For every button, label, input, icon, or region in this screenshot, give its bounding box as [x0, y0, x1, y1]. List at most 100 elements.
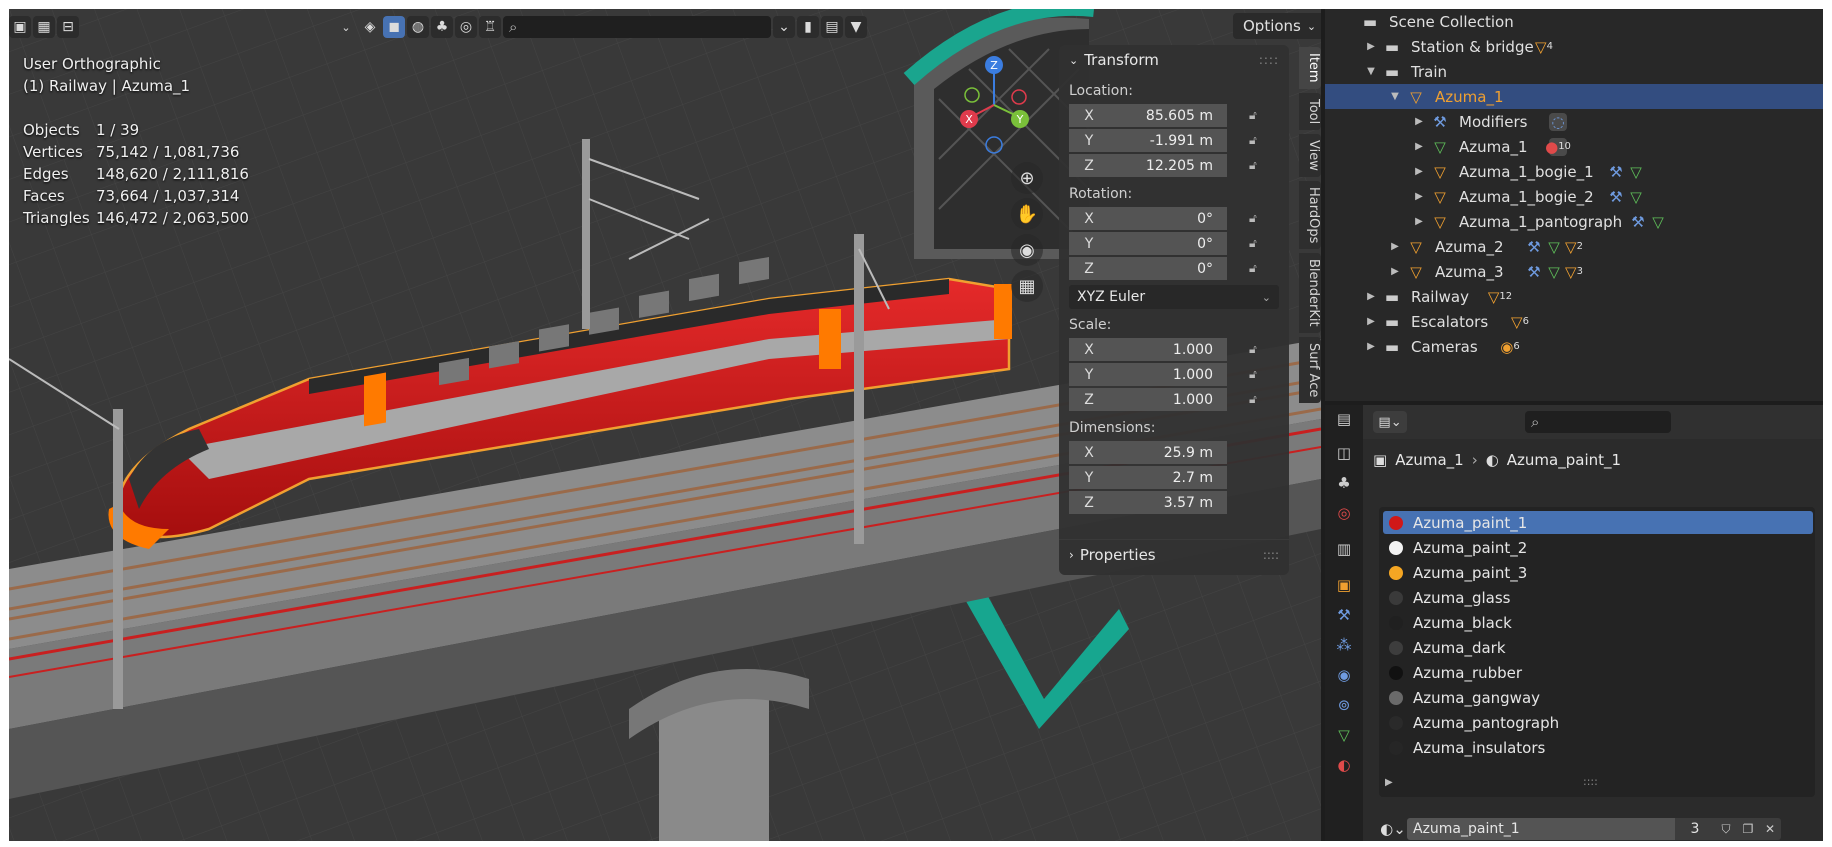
expand-icon[interactable]: ▶ — [1413, 141, 1425, 152]
material-icon[interactable]: ◐ — [1332, 753, 1356, 777]
grid-perspective-icon[interactable]: ▦ — [1011, 270, 1043, 302]
filter-icon[interactable]: ▼ — [845, 16, 867, 38]
outliner-row-azuma-1-mesh[interactable]: ▶ ▽ Azuma_1 ● 10 — [1325, 134, 1823, 159]
outliner-row-station-bridge[interactable]: ▶ ▬ Station & bridge ▽4 ✓ ◉ — [1325, 34, 1823, 59]
user-count[interactable]: 3 — [1675, 818, 1715, 840]
material-slot[interactable]: Azuma_pantograph — [1383, 711, 1813, 734]
viewport-search-input[interactable]: ⌕ — [503, 16, 771, 38]
select-subtract-icon[interactable]: ⊟ — [57, 16, 79, 38]
material-slot[interactable]: Azuma_dark — [1383, 636, 1813, 659]
material-name-field[interactable]: Azuma_paint_1 — [1407, 818, 1675, 840]
tab-item[interactable]: Item — [1299, 47, 1321, 89]
material-slot[interactable]: Azuma_glass — [1383, 586, 1813, 609]
tab-view[interactable]: View — [1299, 133, 1321, 177]
wrench-icon[interactable]: ⚒ — [1332, 603, 1356, 627]
outliner-row-azuma-1[interactable]: ▼ ▽ Azuma_1 ◉ — [1325, 84, 1823, 109]
mesh-data-icon[interactable]: ▽ — [1332, 723, 1356, 747]
tool-icon[interactable]: ▤ — [1332, 407, 1356, 431]
collection-icon[interactable]: ▥ — [1332, 537, 1356, 561]
dropdown-icon[interactable]: ⌄ — [773, 16, 795, 38]
tools-icon[interactable]: ♖ — [479, 16, 501, 38]
material-slot[interactable]: Azuma_paint_3 — [1383, 561, 1813, 584]
world-icon[interactable]: ◎ — [1332, 501, 1356, 525]
layout-icon[interactable]: ▤ — [821, 16, 843, 38]
options-button[interactable]: Options ⌄ — [1233, 13, 1321, 39]
dimensions-x[interactable]: X 25.9 m — [1069, 440, 1279, 465]
outliner-row-escalators[interactable]: ▶ ▬ Escalators ▽6 ✓ ◉ — [1325, 309, 1823, 334]
material-slot[interactable]: Azuma_insulators — [1383, 736, 1813, 759]
collapse-icon[interactable]: ▼ — [1389, 91, 1401, 102]
select-extend-icon[interactable]: ▦ — [33, 16, 55, 38]
expand-icon[interactable]: ▶ — [1413, 166, 1425, 177]
lock-icon[interactable]: 🔓︎ — [1249, 367, 1265, 381]
lock-icon[interactable]: 🔓︎ — [1249, 108, 1265, 122]
close-icon[interactable]: ✕ — [1759, 818, 1781, 840]
outliner-row-azuma-2[interactable]: ▶ ▽ Azuma_2 ⚒ ▽ ▽2 ◉ — [1325, 234, 1823, 259]
drag-handle-icon[interactable]: :::: — [1259, 53, 1279, 67]
location-y[interactable]: Y -1.991 m 🔓︎ — [1069, 128, 1279, 153]
lock-icon[interactable]: 🔓︎ — [1249, 261, 1265, 275]
expand-icon[interactable]: ▶ — [1365, 316, 1377, 327]
object-icon[interactable]: ▣ — [1332, 573, 1356, 597]
outliner-row-cameras[interactable]: ▶ ▬ Cameras ◉6 ✓ ◉ — [1325, 334, 1823, 359]
tab-surf-ace[interactable]: Surf Ace — [1299, 336, 1321, 404]
constraints-icon[interactable]: ⊚ — [1332, 693, 1356, 717]
material-slot[interactable]: Azuma_gangway — [1383, 686, 1813, 709]
color-shading-icon[interactable]: ◈ — [359, 16, 381, 38]
lock-icon[interactable]: 🔓︎ — [1249, 342, 1265, 356]
expand-icon[interactable]: ▶ — [1389, 266, 1401, 277]
camera-icon[interactable]: ◉ — [1011, 234, 1043, 266]
hand-pan-icon[interactable]: ✋ — [1011, 198, 1043, 230]
editor-type-icon[interactable]: ▤⌄ — [1373, 411, 1407, 433]
fake-user-icon[interactable]: ⛉ — [1715, 818, 1737, 840]
scale-y[interactable]: Y 1.000 🔓︎ — [1069, 362, 1279, 387]
expand-icon[interactable]: ▶ — [1365, 341, 1377, 352]
bookmark-icon[interactable]: ▮ — [797, 16, 819, 38]
rotation-mode-select[interactable]: XYZ Euler ⌄ — [1069, 285, 1279, 309]
duplicate-icon[interactable]: ❐ — [1737, 818, 1759, 840]
tab-tool[interactable]: Tool — [1299, 92, 1321, 130]
resize-handle-icon[interactable]: :::: — [1583, 775, 1598, 788]
lock-icon[interactable]: 🔓︎ — [1249, 158, 1265, 172]
outliner-row-azuma-1-bogie-1[interactable]: ▶ ▽ Azuma_1_bogie_1 ⚒ ▽ ◉ — [1325, 159, 1823, 184]
properties-search-input[interactable]: ⌕ — [1525, 411, 1671, 433]
material-slot[interactable]: Azuma_paint_1 — [1383, 511, 1813, 534]
material-browse-icon[interactable]: ◐⌄ — [1379, 818, 1407, 840]
material-slot[interactable]: Azuma_black — [1383, 611, 1813, 634]
light-bulbs-icon[interactable]: ♣ — [431, 16, 453, 38]
lock-icon[interactable]: 🔓︎ — [1249, 236, 1265, 250]
expand-icon[interactable]: ▶ — [1413, 216, 1425, 227]
render-icon[interactable]: ◫ — [1332, 441, 1356, 465]
rotation-x[interactable]: X 0° 🔓︎ — [1069, 206, 1279, 231]
material-slot[interactable]: Azuma_rubber — [1383, 661, 1813, 684]
dimensions-z[interactable]: Z 3.57 m — [1069, 490, 1279, 515]
zoom-icon[interactable]: ⊕ — [1011, 162, 1043, 194]
collapse-icon[interactable]: ▼ — [1365, 66, 1377, 77]
outliner-row-railway[interactable]: ▶ ▬ Railway ▽12 ✓ ◉ — [1325, 284, 1823, 309]
drag-handle-icon[interactable]: :::: — [1263, 548, 1279, 562]
world-icon[interactable]: ◎ — [455, 16, 477, 38]
properties-panel-header[interactable]: › Properties :::: — [1059, 539, 1289, 569]
physics-icon[interactable]: ◉ — [1332, 663, 1356, 687]
outliner-row-azuma-1-bogie-2[interactable]: ▶ ▽ Azuma_1_bogie_2 ⚒ ▽ ◉ — [1325, 184, 1823, 209]
scene-icon[interactable]: ♣ — [1332, 471, 1356, 495]
lock-icon[interactable]: 🔓︎ — [1249, 133, 1265, 147]
lock-icon[interactable]: 🔓︎ — [1249, 211, 1265, 225]
rotation-y[interactable]: Y 0° 🔓︎ — [1069, 231, 1279, 256]
outliner-root[interactable]: ▬ Scene Collection — [1325, 9, 1823, 34]
location-x[interactable]: X 85.605 m 🔓︎ — [1069, 103, 1279, 128]
expand-icon[interactable]: ▶ — [1389, 241, 1401, 252]
expand-icon[interactable]: ▶ — [1365, 291, 1377, 302]
expand-icon[interactable]: ▶ — [1365, 41, 1377, 52]
expand-icon[interactable]: ▶ — [1413, 116, 1425, 127]
location-z[interactable]: Z 12.205 m 🔓︎ — [1069, 153, 1279, 178]
solid-mode-icon[interactable]: ◼ — [383, 16, 405, 38]
transform-panel-header[interactable]: ⌄ Transform :::: — [1059, 45, 1289, 75]
scale-x[interactable]: X 1.000 🔓︎ — [1069, 337, 1279, 362]
outliner-row-azuma-3[interactable]: ▶ ▽ Azuma_3 ⚒ ▽ ▽3 ◉ — [1325, 259, 1823, 284]
outliner-row-azuma-1-pantograph[interactable]: ▶ ▽ Azuma_1_pantograph ⚒ ▽ ◉ — [1325, 209, 1823, 234]
particles-icon[interactable]: ⁂ — [1332, 633, 1356, 657]
expand-icon[interactable]: ▶ — [1385, 777, 1393, 788]
navigation-gizmo[interactable]: Z X Y — [949, 55, 1039, 155]
lock-icon[interactable]: 🔓︎ — [1249, 392, 1265, 406]
